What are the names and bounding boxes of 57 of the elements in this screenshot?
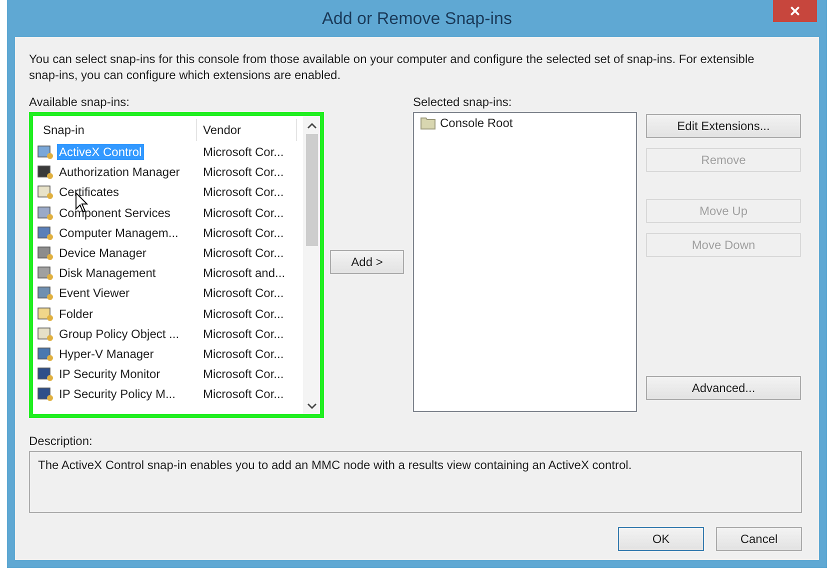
description-text: The ActiveX Control snap-in enables you to add an MMC node with a results view containing an ActiveX control. — [38, 458, 632, 472]
snapin-name[interactable]: IP Security Policy M... — [57, 386, 178, 402]
snapin-name[interactable]: Disk Management — [57, 265, 158, 282]
add-button[interactable]: Add > — [330, 250, 404, 274]
snapin-name[interactable]: Component Services — [57, 204, 172, 221]
description-label: Description: — [29, 434, 94, 448]
snap-in-icon — [37, 245, 55, 262]
snapin-name[interactable]: IP Security Monitor — [57, 366, 162, 382]
vendor-cell-text: Microsoft and... — [202, 266, 286, 280]
snap-in-icon — [37, 204, 55, 221]
vendor-cell-text: Microsoft Cor... — [202, 246, 284, 260]
scrollbar[interactable] — [303, 116, 320, 414]
intro-text: You can select snap-ins for this console from those available on your computer and configure the selected set of snap-ins. For extensible snap-ins, you can configure which extensions are enabled. — [29, 51, 756, 83]
vendor-cell-text: Microsoft Cor... — [202, 226, 284, 240]
window-title: Add or Remove Snap-ins — [322, 8, 512, 28]
vendor-cell-text: Microsoft Cor... — [202, 367, 284, 382]
scroll-down-icon[interactable] — [306, 402, 316, 410]
snapin-name[interactable]: Group Policy Object ... — [57, 326, 182, 342]
vendor-cell-text: Microsoft Cor... — [202, 185, 284, 200]
available-label: Available snap-ins: — [29, 95, 131, 109]
vendor-cell-text: Microsoft Cor... — [202, 346, 284, 361]
vendor-cell-text: Microsoft Cor... — [202, 306, 284, 321]
snap-in-icon — [37, 144, 55, 160]
snap-in-icon — [37, 164, 55, 180]
snap-in-icon — [37, 285, 55, 302]
snap-in-icon — [37, 224, 55, 241]
snap-in-icon — [37, 346, 55, 362]
snap-in-icon — [37, 265, 55, 282]
column-header[interactable]: Vendor — [197, 119, 297, 141]
snap-in-icon — [37, 366, 55, 382]
snap-in-icon — [37, 326, 55, 342]
snapin-name[interactable]: Device Manager — [57, 245, 148, 262]
vendor-cell-text: Microsoft Cor... — [202, 165, 284, 180]
vendor-cell-text: Microsoft Cor... — [202, 387, 284, 402]
scroll-up-icon[interactable] — [306, 122, 316, 130]
snap-in-icon — [37, 306, 55, 322]
snap-in-icon — [37, 184, 55, 200]
vendor-cell-text: Microsoft Cor... — [202, 286, 284, 300]
snapin-name[interactable]: Hyper-V Manager — [57, 346, 156, 362]
side-button[interactable]: Edit Extensions... — [646, 114, 801, 138]
snapin-name[interactable]: Certificates — [57, 184, 122, 200]
vendor-cell-text: Microsoft Cor... — [202, 145, 284, 160]
snapin-name[interactable]: Event Viewer — [57, 285, 132, 302]
column-header[interactable]: Snap-in — [37, 119, 197, 141]
folder-icon — [420, 116, 436, 130]
dialog-button[interactable]: OK — [618, 527, 704, 551]
selected-label: Selected snap-ins: — [413, 95, 513, 109]
snapin-name[interactable]: Folder — [57, 306, 96, 322]
tree-item[interactable]: Console Root — [440, 116, 513, 130]
vendor-cell-text: Microsoft Cor... — [202, 326, 284, 341]
snap-in-icon — [37, 386, 55, 402]
dialog-button[interactable]: Cancel — [716, 527, 802, 551]
close-button[interactable]: × — [773, 0, 817, 22]
side-button[interactable]: Advanced... — [646, 376, 801, 400]
vendor-cell-text: Microsoft Cor... — [202, 206, 284, 220]
snapin-name[interactable]: Computer Managem... — [57, 224, 180, 241]
snapin-name[interactable]: Authorization Manager — [57, 164, 182, 180]
